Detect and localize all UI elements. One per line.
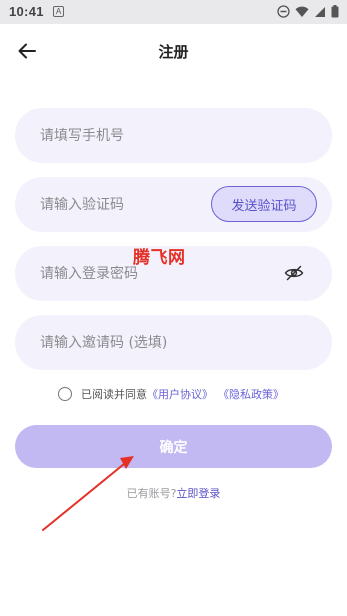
- privacy-policy-link[interactable]: 《隐私政策》: [218, 386, 284, 402]
- invite-field-container: [15, 315, 332, 370]
- code-field-container: 发送验证码: [15, 177, 332, 232]
- password-input[interactable]: [40, 246, 220, 301]
- signal-icon: [314, 3, 326, 22]
- annotation-arrow: [42, 456, 134, 531]
- phone-field-container: [15, 108, 332, 163]
- agreement-row: 已阅读并同意 《用户协议》 《隐私政策》: [58, 385, 284, 403]
- nav-bar: 注册: [0, 24, 347, 78]
- agreement-checkbox[interactable]: [58, 387, 72, 401]
- battery-icon: [331, 3, 339, 22]
- eye-off-icon: [284, 265, 304, 281]
- login-prompt: 已有账号?立即登录: [0, 485, 347, 501]
- invite-code-input[interactable]: [40, 315, 220, 370]
- login-prompt-text: 已有账号?: [126, 487, 177, 500]
- confirm-button[interactable]: 确定: [15, 425, 332, 468]
- user-agreement-link[interactable]: 《用户协议》: [147, 386, 213, 402]
- watermark-text: 腾飞网: [133, 248, 186, 268]
- notification-icon: A: [53, 6, 64, 17]
- wifi-icon: [295, 3, 309, 22]
- agreement-prefix: 已阅读并同意: [81, 388, 147, 401]
- page-title: 注册: [158, 43, 189, 61]
- login-link[interactable]: 立即登录: [176, 487, 220, 500]
- status-time: 10:41: [9, 4, 44, 19]
- status-bar: 10:41 A: [0, 0, 347, 24]
- send-code-button[interactable]: 发送验证码: [211, 186, 317, 222]
- phone-input[interactable]: [40, 108, 220, 163]
- verification-code-input[interactable]: [40, 177, 220, 232]
- status-icons: [277, 3, 339, 22]
- password-visibility-toggle[interactable]: [282, 262, 306, 284]
- dnd-icon: [277, 3, 290, 22]
